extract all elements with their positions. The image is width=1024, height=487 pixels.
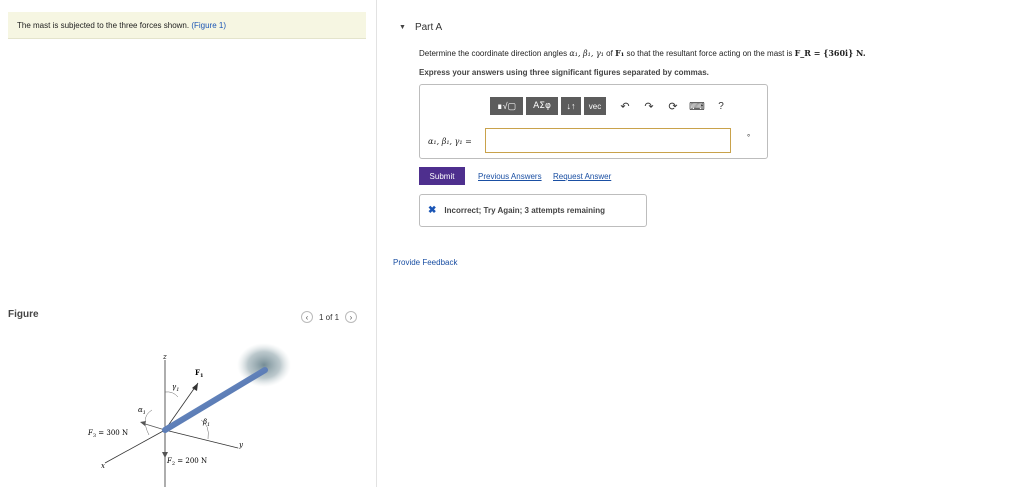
vec-button[interactable]: vec: [584, 97, 606, 115]
redo-icon[interactable]: ↷: [641, 98, 657, 114]
undo-icon[interactable]: ↶: [617, 98, 633, 114]
problem-text: The mast is subjected to the three force…: [17, 21, 190, 30]
prev-figure-button[interactable]: ‹: [301, 311, 313, 323]
math-toolbar: ∎√▢ ΑΣφ ↓↑ vec ↶ ↷ ⟳ ⌨ ?: [490, 97, 729, 115]
f2-value: = 200 N: [175, 457, 207, 465]
y-axis: [164, 429, 239, 449]
keyboard-icon[interactable]: ⌨: [689, 98, 705, 114]
greek-symbols-button[interactable]: ΑΣφ: [526, 97, 558, 115]
previous-answers-link[interactable]: Previous Answers: [478, 172, 542, 181]
submit-button[interactable]: Submit: [419, 167, 465, 185]
help-button[interactable]: ?: [713, 98, 729, 114]
templates-button[interactable]: ∎√▢: [490, 97, 523, 115]
left-panel: The mast is subjected to the three force…: [0, 0, 376, 487]
f1-sub: 1: [200, 373, 203, 379]
incorrect-feedback: ✖ Incorrect; Try Again; 3 attempts remai…: [419, 194, 647, 227]
next-figure-button[interactable]: ›: [345, 311, 358, 323]
x-icon: ✖: [428, 205, 437, 216]
answer-input-label: α₁, β₁, γ₁ =: [428, 137, 472, 146]
request-answer-link[interactable]: Request Answer: [553, 172, 611, 181]
question-result: F_R = {360i} N.: [794, 48, 866, 58]
part-title: Part A: [414, 22, 443, 33]
f2-label: F2 = 200 N: [166, 457, 207, 467]
mast-figure: z y x F1 γ1 α1 β1 F3 = 300 N F2 = 200 N: [87, 343, 291, 487]
question-of: of: [606, 49, 613, 58]
beta1-sub: 1: [207, 422, 210, 428]
problem-statement: The mast is subjected to the three force…: [8, 12, 366, 39]
feedback-message: Incorrect; Try Again; 3 attempts remaini…: [444, 206, 606, 215]
f1-label: F1: [195, 368, 203, 379]
figure-link[interactable]: (Figure 1): [191, 21, 226, 30]
y-label: y: [238, 441, 244, 449]
alpha1-label: α1: [138, 406, 146, 416]
chevron-left-icon: ‹: [305, 312, 309, 322]
alpha-arc: [144, 409, 153, 436]
collapse-triangle-icon[interactable]: ▼: [399, 24, 406, 31]
chevron-right-icon: ›: [349, 312, 353, 322]
sort-button[interactable]: ↓↑: [561, 97, 581, 115]
instruction-text: Express your answers using three signifi…: [419, 68, 709, 77]
z-label: z: [162, 353, 167, 361]
degree-unit: °: [747, 133, 751, 142]
provide-feedback-link[interactable]: Provide Feedback: [393, 258, 457, 267]
gamma1-label: γ1: [172, 383, 179, 393]
right-panel: ▼ Part A Determine the coordinate direct…: [377, 0, 1024, 487]
beta1-label: β1: [202, 418, 210, 428]
mast: [162, 367, 268, 433]
x-label: x: [101, 462, 105, 470]
answer-input[interactable]: [485, 128, 731, 153]
question-text: Determine the coordinate direction angle…: [419, 48, 866, 58]
alpha1-sub: 1: [143, 410, 146, 416]
f3-label: F3 = 300 N: [87, 429, 128, 439]
question-pre: Determine the coordinate direction angle…: [419, 49, 568, 58]
figure-label: Figure: [8, 309, 39, 320]
figure-pager: ‹ 1 of 1 ›: [301, 310, 358, 324]
question-mid: so that the resultant force acting on th…: [626, 49, 793, 58]
pager-text: 1 of 1: [319, 312, 340, 322]
f3-value: = 300 N: [96, 429, 128, 437]
question-angles: α₁, β₁, γ₁: [569, 49, 604, 58]
question-force: F₁: [615, 48, 625, 58]
reset-icon[interactable]: ⟳: [665, 98, 681, 114]
answer-box: ∎√▢ ΑΣφ ↓↑ vec ↶ ↷ ⟳ ⌨ ? α₁, β₁, γ₁ = °: [419, 84, 768, 159]
part-header[interactable]: ▼ Part A: [399, 22, 442, 33]
gamma1-sub: 1: [176, 387, 179, 393]
